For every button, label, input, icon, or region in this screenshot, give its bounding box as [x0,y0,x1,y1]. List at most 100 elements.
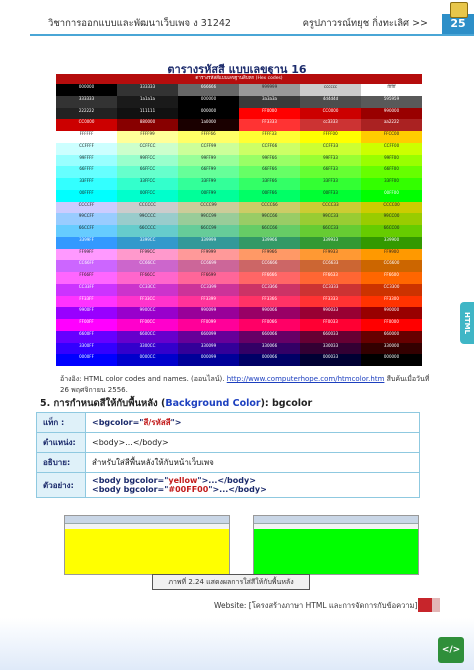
color-grid: 000000 333333 666666 999999 cccccc ffffff 3333… [56,84,422,366]
description-value: สำหรับใส่สีพื้นหลังให้กับหน้าเว็บเพจ [85,452,420,473]
color-cell: CC3399 [178,283,239,296]
example-label: ตัวอย่าง: [36,472,86,498]
color-cell: CCCC00 [361,201,422,214]
color-cell: 33FF00 [361,178,422,190]
color-cell: 99CC00 [361,213,422,225]
section-heading-main: 5. การกำหนดสีให้กับพื้นหลัง ( [40,398,166,409]
table-row: แท็ก : <bgcolor="สี/รหัสสี"> [36,412,420,433]
color-cell: 6600FF [56,330,117,343]
color-cell: FF3300 [361,295,422,308]
color-cell: FF33CC [117,295,178,308]
example-2-value: #00FF00 [168,485,209,494]
color-cell: 4d4d4d [300,95,361,108]
color-cell: 339900 [361,236,422,249]
yellow-background [65,529,229,574]
color-cell: 3399FF [56,236,117,249]
color-cell: 666666 [178,84,239,96]
color-cell: FF99FF [56,248,117,261]
color-cell: 99FF66 [239,154,300,167]
color-cell: CC6600 [361,260,422,272]
color-cell: 66CC33 [300,225,361,237]
color-cell: 3a3a3a [239,95,300,108]
source-link[interactable]: http://www.computerhope.com/htmcolor.htm [227,375,385,383]
page-header: วิชาการออกแบบและพัฒนาเว็บเพจ ง 31242 ครู… [0,14,474,36]
color-cell: 660066 [239,330,300,343]
color-cell: 333333 [117,84,178,96]
color-cell: 99FF33 [300,154,361,167]
code-file-icon: </> [438,637,464,663]
color-cell: 66FF66 [239,166,300,178]
tag-code-open: <bgcolor=" [92,418,144,427]
example-1-close: ">...</body> [197,476,256,485]
color-cell: FF9933 [300,248,361,261]
color-cell: CC3333 [300,283,361,296]
color-cell: 880000 [117,119,178,131]
color-cell: 000033 [300,354,361,366]
color-cell: FF9999 [178,248,239,261]
color-cell: FF66CC [117,272,178,284]
teacher-name: ครูปภาวรณ์ทยุช กิ่งทะเลิศ >> [302,18,428,29]
color-cell: FFFF66 [178,131,239,143]
color-cell: 00FF33 [300,189,361,202]
color-cell: 595959 [361,95,422,108]
color-cell: 33FF33 [300,178,361,190]
color-cell: aa2222 [361,119,422,131]
color-cell: 33FFCC [117,178,178,190]
color-cell: 0000FF [56,354,117,366]
description-label: อธิบาย: [36,452,86,473]
position-label: ตำแหน่ง: [36,432,86,453]
color-cell: 66CC99 [178,225,239,237]
tag-label: แท็ก : [36,412,86,433]
color-cell: 330033 [300,342,361,355]
color-cell: 99FFFF [56,154,117,167]
color-cell: 330066 [239,342,300,355]
side-tab-html: HTML [460,302,474,344]
color-cell: 999999 [239,84,300,96]
tag-info-table: แท็ก : <bgcolor="สี/รหัสสี"> ตำแหน่ง: <b… [36,412,420,498]
color-cell: 990099 [178,307,239,319]
source-reference: อ้างอิง: HTML color codes and names. (ออ… [60,374,440,396]
color-cell: 339966 [239,236,300,249]
color-cell: 990033 [300,307,361,319]
color-cell: FF0000 [361,319,422,331]
color-cell: CCFF33 [300,142,361,155]
section-heading: 5. การกำหนดสีให้กับพื้นหลัง (Background … [40,396,312,411]
source-text: อ้างอิง: HTML color codes and names. (ออ… [60,375,227,383]
color-cell: 222222 [56,107,117,120]
color-cell: FFFF00 [300,131,361,143]
color-cell: 66CCFF [56,225,117,237]
section-heading-tail: ): bgcolor [260,398,313,409]
color-cell: 00FFFF [56,189,117,202]
color-cell: CC0000 [56,119,117,131]
color-cell: CC66FF [56,260,117,272]
color-cell: 0000CC [117,354,178,366]
color-cell: 330099 [178,342,239,355]
color-cell: FF0066 [239,319,300,331]
color-cell: CCCCFF [56,201,117,214]
color-cell: 111111 [117,107,178,120]
color-cell: 000000 [178,107,239,120]
color-code-table: ตารางรหัสสีแบบเลขฐานสิบหก (Hex codes) 00… [56,74,422,366]
color-cell: FF0033 [300,319,361,331]
color-cell: ffffff [361,84,422,96]
color-cell: 00FF99 [178,189,239,202]
color-cell: 1a0000 [178,119,239,131]
color-cell: CCFFCC [117,142,178,155]
color-cell: CC6666 [239,260,300,272]
section-heading-eng: Background Color [165,398,261,409]
green-background [254,529,418,574]
color-cell: CC33FF [56,283,117,296]
color-cell: 33FF99 [178,178,239,190]
color-cell: 00FF00 [361,189,422,202]
color-cell: FF6633 [300,272,361,284]
position-value: <body>...</body> [85,432,420,453]
color-cell: FF9966 [239,248,300,261]
color-cell: 99CCFF [56,213,117,225]
color-cell: CCCC66 [239,201,300,214]
color-cell: 99CCCC [117,213,178,225]
color-cell: 33FFFF [56,178,117,190]
website-footer: Website: [โครงสร้างภาษา HTML และการจัดกา… [214,601,423,610]
color-cell: FF3333 [239,119,300,131]
color-cell: 660099 [178,330,239,343]
color-cell: 3300CC [117,342,178,355]
